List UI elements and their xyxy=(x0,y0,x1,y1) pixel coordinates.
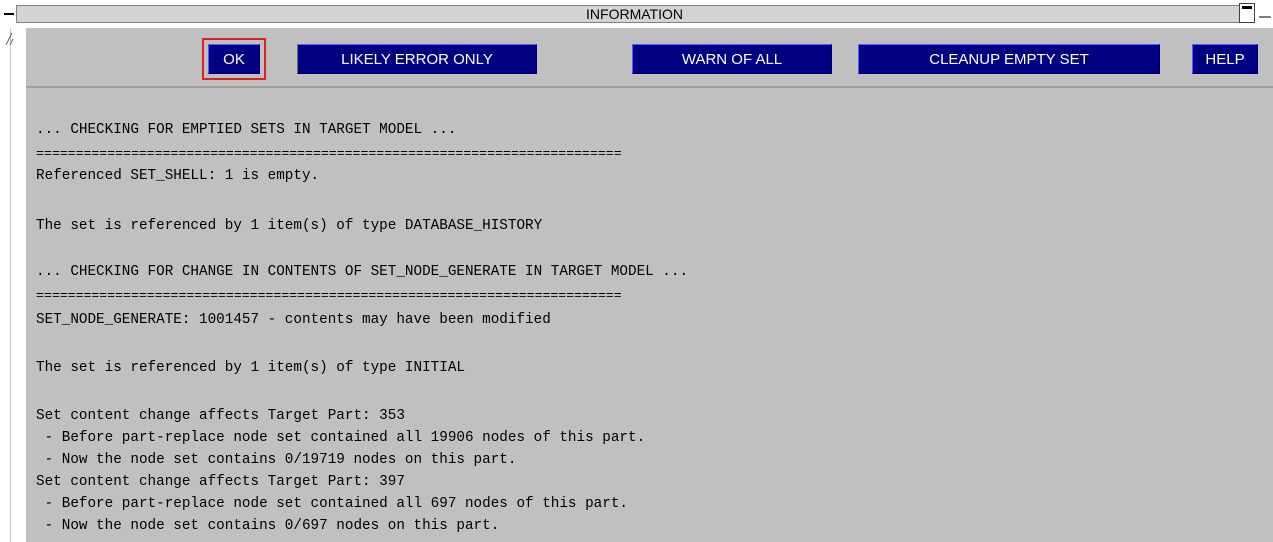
log-line: ... CHECKING FOR EMPTIED SETS IN TARGET … xyxy=(36,122,457,138)
log-line: Referenced SET_SHELL: 1 is empty. xyxy=(36,168,320,184)
log-line: SET_NODE_GENERATE: 1001457 - contents ma… xyxy=(36,312,551,328)
log-line: Set content change affects Target Part: … xyxy=(36,408,405,424)
log-line: Set content change affects Target Part: … xyxy=(36,474,405,490)
log-line: - Before part-replace node set contained… xyxy=(36,496,628,512)
window-menu-icon[interactable] xyxy=(0,7,14,21)
log-line: ... CHECKING FOR CHANGE IN CONTENTS OF S… xyxy=(36,264,689,280)
log-line: The set is referenced by 1 item(s) of ty… xyxy=(36,218,543,234)
help-button[interactable]: HELP xyxy=(1192,44,1258,74)
title-frame[interactable]: INFORMATION xyxy=(16,5,1253,23)
left-border-edge xyxy=(10,28,11,542)
log-line: The set is referenced by 1 item(s) of ty… xyxy=(36,360,465,376)
title-bar: INFORMATION xyxy=(0,0,1273,28)
ok-button[interactable]: OK xyxy=(208,44,260,74)
minimize-icon xyxy=(1242,6,1252,9)
log-separator: ========================================… xyxy=(36,288,622,303)
log-line: - Before part-replace node set contained… xyxy=(36,430,646,446)
minus-icon xyxy=(4,13,14,15)
warn-of-all-button[interactable]: WARN OF ALL xyxy=(632,44,832,74)
log-line: - Now the node set contains 0/697 nodes … xyxy=(36,518,500,534)
information-window: INFORMATION OK LIKELY ERROR ONLY WARN OF… xyxy=(0,0,1273,542)
resize-dash-icon xyxy=(1259,16,1271,18)
log-line: - Now the node set contains 0/19719 node… xyxy=(36,452,517,468)
left-border-strip xyxy=(0,28,26,542)
likely-error-only-button[interactable]: LIKELY ERROR ONLY xyxy=(297,44,537,74)
toolbar: OK LIKELY ERROR ONLY WARN OF ALL CLEANUP… xyxy=(26,30,1273,86)
resize-corner-icon[interactable] xyxy=(4,32,14,46)
minimize-button[interactable] xyxy=(1239,3,1255,23)
log-separator: ========================================… xyxy=(36,146,622,161)
window-title: INFORMATION xyxy=(586,6,683,22)
information-text-panel[interactable]: ... CHECKING FOR EMPTIED SETS IN TARGET … xyxy=(26,86,1273,542)
cleanup-empty-set-button[interactable]: CLEANUP EMPTY SET xyxy=(858,44,1160,74)
